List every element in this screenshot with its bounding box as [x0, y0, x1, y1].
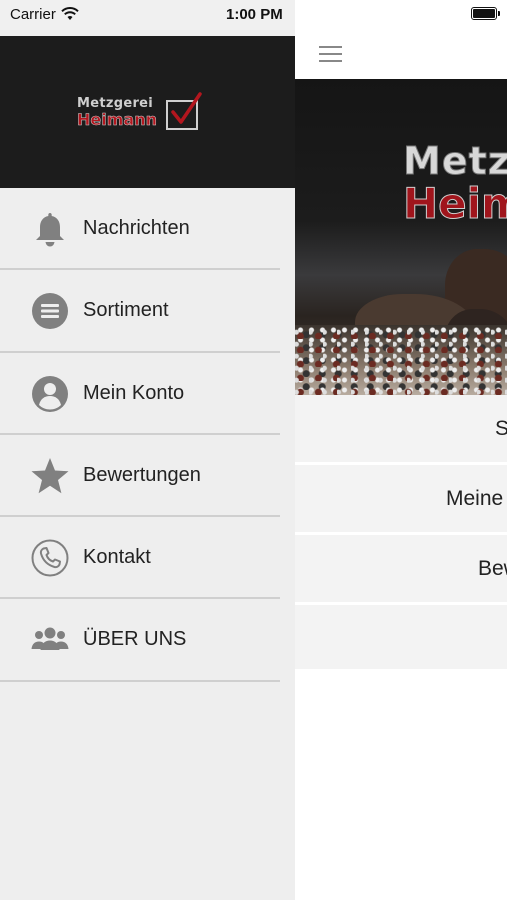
main-row-label: Sortiment — [495, 417, 507, 440]
wifi-icon — [61, 7, 79, 20]
main-row-label: Bewertungen — [478, 557, 507, 580]
drawer-header: Metzgerei Heimann — [0, 36, 295, 188]
menu-item-bewertungen[interactable]: Bewertungen — [0, 435, 295, 518]
menu-item-mein-konto[interactable]: Mein Konto — [0, 353, 295, 436]
bell-icon — [36, 213, 64, 247]
menu-item-sortiment[interactable]: Sortiment — [0, 270, 295, 353]
hero-title-line2: Heimann — [403, 179, 507, 229]
main-navbar — [295, 30, 507, 79]
star-icon — [31, 457, 69, 494]
menu-item-label: Bewertungen — [83, 463, 201, 486]
menu-item-ueber-uns[interactable]: ÜBER UNS — [0, 599, 295, 683]
menu-item-label: ÜBER UNS — [83, 628, 187, 651]
battery-icon — [471, 7, 500, 20]
drawer-menu: Nachrichten Sortiment Mein Konto Bewertu… — [0, 188, 295, 683]
hero-banner: Metzgerei Heimann — [295, 79, 507, 395]
menu-item-label: Nachrichten — [83, 217, 190, 239]
menu-item-label: Kontakt — [83, 546, 151, 569]
menu-item-label: Mein Konto — [83, 381, 185, 404]
main-row-label: Meine — [446, 487, 504, 510]
menu-item-label: Sortiment — [83, 299, 169, 322]
side-drawer: Metzgerei Heimann Nachrichten Sortiment … — [0, 30, 295, 900]
main-list: Sortiment Meine Bewertungen — [295, 395, 507, 672]
main-row-empty[interactable] — [295, 605, 507, 672]
hero-pepper-texture — [295, 325, 507, 395]
logo-line2: Heimann — [77, 110, 157, 130]
hero-title-line1: Metzgerei — [402, 139, 507, 184]
phone-icon — [31, 539, 69, 577]
main-row-bewertungen[interactable]: Bewertungen — [295, 535, 507, 605]
main-screen: Metzgerei Heimann Sortiment Meine Bewert… — [295, 30, 507, 900]
menu-item-nachrichten[interactable]: Nachrichten — [0, 188, 295, 271]
list-circle-icon — [32, 293, 68, 330]
group-icon — [31, 627, 69, 651]
logo: Metzgerei Heimann — [77, 92, 203, 136]
main-row-meine[interactable]: Meine — [295, 465, 507, 535]
main-row-sortiment[interactable]: Sortiment — [295, 395, 507, 465]
status-bar: Carrier 1:00 PM — [0, 0, 507, 30]
menu-item-kontakt[interactable]: Kontakt — [0, 517, 295, 600]
clock: 1:00 PM — [226, 6, 283, 23]
user-circle-icon — [32, 375, 68, 412]
logo-line1: Metzgerei — [77, 96, 154, 111]
hamburger-menu-icon[interactable] — [319, 46, 342, 62]
checkmark-icon — [171, 92, 202, 124]
carrier-label: Carrier — [10, 6, 56, 23]
